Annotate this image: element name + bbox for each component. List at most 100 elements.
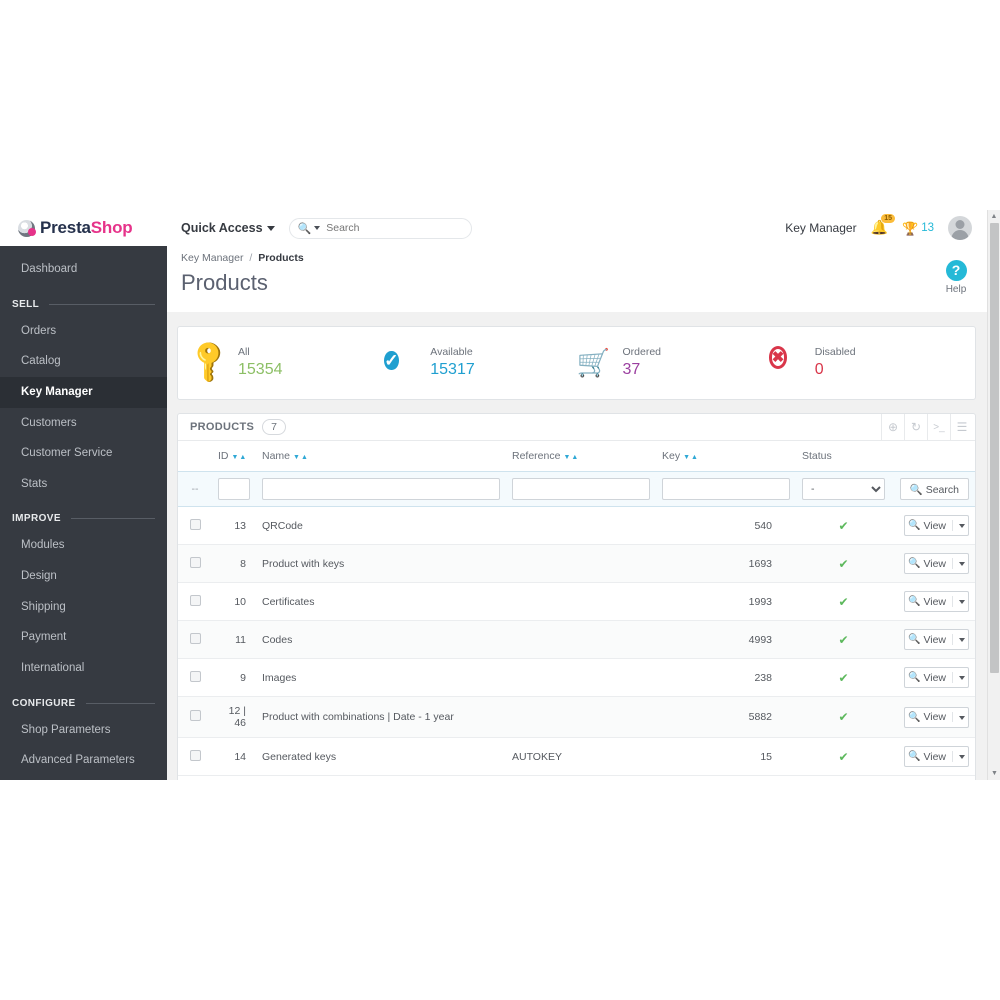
sidebar-item-customers[interactable]: Customers — [0, 408, 167, 439]
employee-name[interactable]: Key Manager — [785, 221, 856, 235]
row-view-button[interactable]: 🔍 View — [904, 706, 969, 728]
prestashop-logo[interactable]: PrestaShop — [0, 210, 167, 246]
table-row[interactable]: 10 Certificates 1993 ✔ 🔍 View — [178, 582, 975, 621]
sort-arrows-icon[interactable]: ▼▲ — [563, 454, 579, 461]
row-view-button[interactable]: 🔍 View — [904, 553, 969, 574]
row-checkbox[interactable] — [189, 670, 201, 682]
avatar[interactable] — [948, 216, 972, 240]
row-checkbox[interactable] — [189, 556, 201, 568]
table-row[interactable]: 9 Images 238 ✔ 🔍 View — [178, 658, 975, 697]
cell-status[interactable]: ✔ — [796, 696, 891, 738]
chevron-down-icon — [266, 226, 275, 232]
sidebar-item-advanced-parameters[interactable]: Advanced Parameters — [0, 745, 167, 776]
row-actions-dropdown[interactable] — [952, 751, 966, 762]
row-checkbox[interactable] — [189, 594, 201, 606]
sidebar-item-payment[interactable]: Payment — [0, 622, 167, 653]
cell-name: Generated keys — [256, 737, 506, 776]
cell-status[interactable]: ✔ — [796, 620, 891, 659]
sidebar-item-key-manager[interactable]: Key Manager — [0, 376, 167, 408]
add-new-icon[interactable]: ⊕ — [881, 413, 904, 441]
table-row[interactable]: 14 Generated keys AUTOKEY 15 ✔ 🔍 View — [178, 737, 975, 776]
database-icon[interactable]: ☰ — [950, 413, 973, 441]
row-checkbox[interactable] — [189, 518, 201, 530]
status-enabled-icon: ✔ — [838, 710, 849, 724]
sidebar-item-stats[interactable]: Stats — [0, 469, 167, 500]
quick-access-menu[interactable]: Quick Access — [181, 221, 275, 235]
help-label: Help — [945, 284, 967, 295]
filter-name-input[interactable] — [262, 478, 500, 500]
column-id[interactable]: ID ▼▲ — [212, 441, 256, 472]
sort-arrows-icon[interactable]: ▼▲ — [683, 454, 699, 461]
table-row[interactable]: 8 Product with keys 1693 ✔ 🔍 View — [178, 544, 975, 583]
row-view-button[interactable]: 🔍 View — [904, 591, 969, 612]
filter-status-select[interactable]: - — [802, 478, 885, 500]
row-checkbox[interactable] — [189, 710, 201, 721]
row-view-button[interactable]: 🔍 View — [904, 667, 969, 688]
kpi-available[interactable]: ✓ Available 15317 — [384, 346, 576, 380]
sidebar-item-shipping[interactable]: Shipping — [0, 592, 167, 623]
breadcrumb: Key Manager / Products — [181, 252, 972, 264]
cell-status[interactable]: ✔ — [796, 658, 891, 697]
column-reference[interactable]: Reference ▼▲ — [506, 441, 656, 472]
column-name[interactable]: Name ▼▲ — [256, 441, 506, 472]
column-select — [178, 441, 212, 472]
table-row[interactable]: 12 | 46 Product with combinations | Date … — [178, 696, 975, 738]
products-table: ID ▼▲ Name ▼▲ Reference ▼▲ Key ▼▲ Status… — [178, 441, 975, 776]
search-icon: 🔍 — [297, 222, 312, 235]
sort-arrows-icon[interactable]: ▼▲ — [232, 454, 248, 461]
chevron-down-icon — [959, 562, 966, 567]
cell-status[interactable]: ✔ — [796, 544, 891, 583]
filter-search-button[interactable]: 🔍 Search — [899, 478, 969, 500]
row-actions-dropdown[interactable] — [952, 634, 966, 645]
sidebar-item-shop-parameters[interactable]: Shop Parameters — [0, 715, 167, 746]
table-row[interactable]: 11 Codes 4993 ✔ 🔍 View — [178, 620, 975, 659]
column-key[interactable]: Key ▼▲ — [656, 441, 796, 472]
sidebar-item-international[interactable]: International — [0, 653, 167, 684]
row-checkbox[interactable] — [189, 632, 201, 644]
filter-key-input[interactable] — [662, 478, 790, 500]
search-input[interactable] — [326, 222, 463, 234]
cell-id: 11 — [212, 620, 256, 659]
row-checkbox[interactable] — [189, 749, 201, 761]
sidebar-item-catalog[interactable]: Catalog — [0, 346, 167, 377]
row-actions-dropdown[interactable] — [952, 711, 966, 723]
sidebar-item-modules[interactable]: Modules — [0, 530, 167, 561]
console-icon[interactable]: >_ — [927, 413, 950, 441]
row-view-button[interactable]: 🔍 View — [904, 746, 969, 767]
sidebar-item-dashboard[interactable]: Dashboard — [0, 254, 167, 285]
sidebar-section-sell-label: SELL — [12, 298, 40, 310]
help-button[interactable]: ? Help — [936, 260, 976, 295]
table-row[interactable]: 13 QRCode 540 ✔ 🔍 View — [178, 506, 975, 545]
sidebar-item-customer-service[interactable]: Customer Service — [0, 438, 167, 469]
filter-reference-input[interactable] — [512, 478, 650, 500]
cell-status[interactable]: ✔ — [796, 737, 891, 776]
filter-id-input[interactable] — [218, 478, 250, 500]
kpi-disabled[interactable]: ✖ Disabled 0 — [768, 346, 961, 380]
sort-arrows-icon[interactable]: ▼▲ — [293, 454, 309, 461]
row-view-button[interactable]: 🔍 View — [904, 515, 969, 536]
row-actions-dropdown[interactable] — [952, 558, 966, 569]
row-actions-dropdown[interactable] — [952, 520, 966, 531]
sidebar-item-orders[interactable]: Orders — [0, 316, 167, 347]
achievements-button[interactable]: 🏆 13 — [902, 222, 934, 235]
breadcrumb-parent[interactable]: Key Manager — [181, 252, 243, 264]
sidebar-item-design[interactable]: Design — [0, 561, 167, 592]
row-view-button[interactable]: 🔍 View — [904, 629, 969, 650]
row-actions-dropdown[interactable] — [952, 596, 966, 607]
notifications-button[interactable]: 🔔 15 — [871, 214, 896, 237]
row-actions-dropdown[interactable] — [952, 672, 966, 683]
kpi-ordered[interactable]: 🛒 Ordered 37 — [577, 346, 769, 380]
cell-status[interactable]: ✔ — [796, 582, 891, 621]
page-scrollbar[interactable]: ▲ ▼ — [987, 210, 1000, 780]
scrollbar-thumb[interactable] — [990, 223, 999, 673]
cell-status[interactable]: ✔ — [796, 506, 891, 545]
prestashop-admin-window: PrestaShop Dashboard SELL Orders Catalog… — [0, 210, 1000, 780]
scroll-up-arrow-icon[interactable]: ▲ — [988, 210, 1000, 223]
kpi-all[interactable]: 🔑 All 15354 — [185, 337, 384, 387]
scroll-down-arrow-icon[interactable]: ▼ — [988, 767, 1000, 780]
global-search[interactable]: 🔍 — [288, 217, 472, 239]
chevron-down-icon[interactable] — [314, 226, 321, 230]
cell-name: Certificates — [256, 582, 506, 621]
refresh-icon[interactable]: ↻ — [904, 413, 927, 441]
status-enabled-icon: ✔ — [838, 632, 849, 647]
